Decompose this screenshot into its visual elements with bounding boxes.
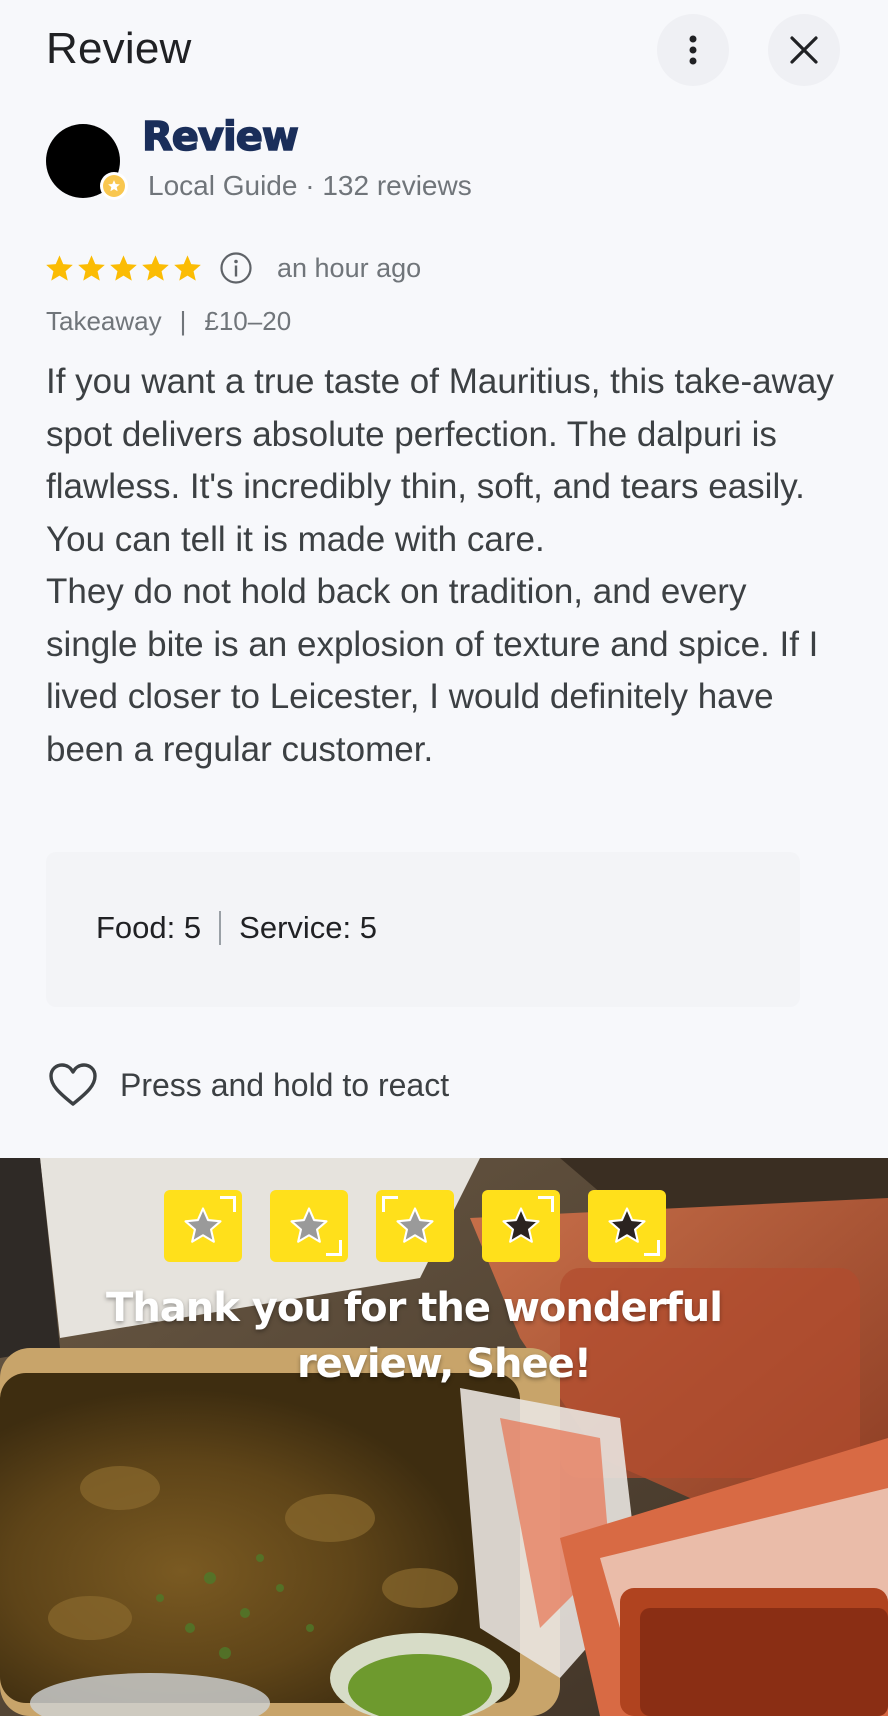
star-rating	[44, 253, 203, 284]
service-rating-label: Service:	[239, 910, 352, 945]
info-icon[interactable]	[219, 251, 253, 285]
page-title: Review	[46, 24, 192, 73]
star-icon	[142, 254, 169, 281]
author-meta: Local Guide · 132 reviews	[148, 170, 472, 201]
owner-message-line: review, Shee!	[296, 1341, 592, 1387]
food-rating-value: 5	[183, 910, 202, 945]
react-button[interactable]: Press and hold to react	[48, 1062, 449, 1108]
star-icon	[110, 254, 137, 281]
star-icon	[78, 254, 105, 281]
react-label: Press and hold to react	[120, 1066, 450, 1103]
review-tags: Takeaway | £10–20	[46, 306, 291, 337]
price-range: £10–20	[204, 306, 292, 336]
service-rating-value: 5	[359, 910, 378, 945]
review-paragraph: If you want a true taste of Mauritius, t…	[46, 362, 834, 559]
sticker-star-icon	[164, 1190, 242, 1262]
owner-response-photo[interactable]: Thank you for the wonderful review, Shee…	[0, 1158, 888, 1716]
more-options-button[interactable]	[657, 14, 729, 86]
header-bar: Review	[0, 0, 888, 100]
sticker-star-icon	[270, 1190, 348, 1262]
review-time: an hour ago	[277, 252, 422, 283]
owner-message: Thank you for the wonderful review, Shee…	[0, 1280, 888, 1392]
rating-row: an hour ago	[44, 250, 421, 286]
close-button[interactable]	[768, 14, 840, 86]
sticker-star-icon	[588, 1190, 666, 1262]
author-profile[interactable]: Review Local Guide · 132 reviews	[46, 113, 606, 208]
author-name[interactable]: Review	[141, 113, 299, 161]
heart-outline-icon	[49, 1063, 97, 1106]
sticker-star-icon	[376, 1190, 454, 1262]
sticker-star-icon	[482, 1190, 560, 1262]
more-vertical-icon	[689, 35, 697, 65]
star-icon	[174, 254, 201, 281]
local-guide-badge-icon	[100, 172, 128, 200]
star-icon	[46, 254, 73, 281]
sub-ratings-box: Food: 5 Service: 5	[46, 852, 800, 1007]
review-text: If you want a true taste of Mauritius, t…	[46, 356, 846, 776]
sticker-star-rating	[164, 1190, 666, 1262]
owner-message-line: Thank you for the wonderful	[106, 1285, 723, 1331]
review-paragraph: They do not hold back on tradition, and …	[46, 572, 819, 769]
service-type: Takeaway	[46, 306, 162, 336]
food-rating-label: Food:	[96, 910, 176, 945]
rating-divider	[219, 911, 222, 945]
tag-divider: |	[179, 306, 187, 336]
close-icon	[790, 36, 818, 64]
